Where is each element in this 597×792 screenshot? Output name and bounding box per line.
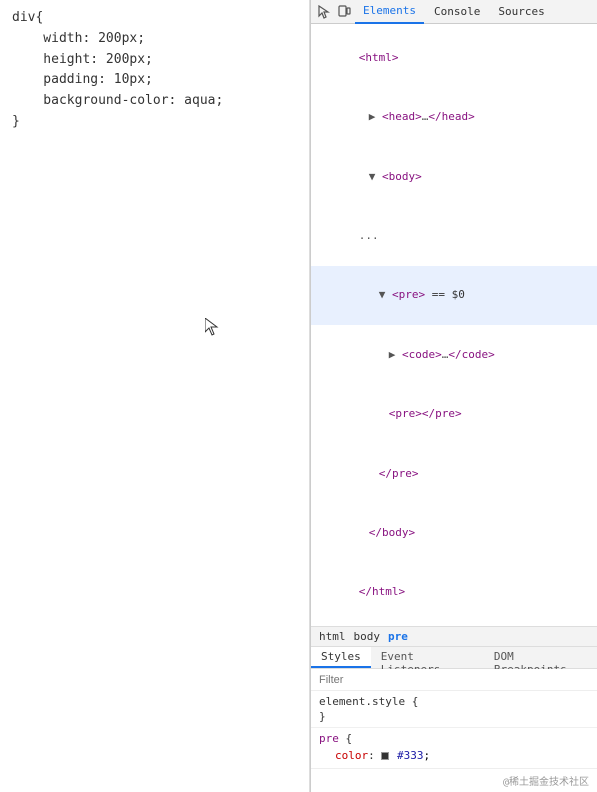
tab-console[interactable]: Console: [426, 0, 488, 24]
breadcrumb-pre[interactable]: pre: [386, 630, 410, 643]
cursor-icon[interactable]: [315, 3, 333, 21]
tab-elements[interactable]: Elements: [355, 0, 424, 24]
tab-dom-breakpoints[interactable]: DOM Breakpoints: [484, 647, 597, 668]
tree-pre-close[interactable]: </pre>: [311, 444, 597, 503]
styles-tabs: Styles Event Listeners DOM Breakpoints: [311, 647, 597, 669]
code-line-3: height: 200px;: [12, 50, 297, 71]
tree-head[interactable]: ▶ <head>…</head>: [311, 87, 597, 146]
element-style-close: }: [319, 710, 589, 723]
tree-pre-inner[interactable]: <pre></pre>: [311, 384, 597, 443]
tab-sources[interactable]: Sources: [490, 0, 552, 24]
tree-body[interactable]: ▼ <body>: [311, 147, 597, 206]
tree-dots-line[interactable]: ...: [311, 206, 597, 265]
watermark: @稀土掘金技术社区: [311, 768, 597, 792]
tree-code[interactable]: ▶ <code>…</code>: [311, 325, 597, 384]
code-line-4: padding: 10px;: [12, 70, 297, 91]
elements-tree: <html> ▶ <head>…</head> ▼ <body> ... ▼ <…: [311, 24, 597, 627]
breadcrumb-html[interactable]: html: [317, 630, 348, 643]
tree-html-close[interactable]: </html>: [311, 563, 597, 622]
tree-pre-selected[interactable]: ▼ <pre> == $0: [311, 266, 597, 325]
breadcrumb: html body pre: [311, 627, 597, 647]
code-line-6: }: [12, 112, 297, 133]
prop-color: color: #333;: [319, 747, 589, 766]
devtools-panel: Elements Console Sources <html> ▶ <head>…: [310, 0, 597, 792]
pre-selector-1: pre {: [319, 732, 589, 745]
code-line-2: width: 200px;: [12, 29, 297, 50]
filter-input[interactable]: [319, 674, 589, 686]
element-style-block: element.style { }: [311, 691, 597, 728]
styles-content: element.style { } pre { color: #333; bac…: [311, 669, 597, 768]
tab-event-listeners[interactable]: Event Listeners: [371, 647, 484, 668]
tab-styles[interactable]: Styles: [311, 647, 371, 668]
code-line-5: background-color: aqua;: [12, 91, 297, 112]
color-swatch-333[interactable]: [381, 752, 389, 760]
mouse-cursor: [205, 318, 217, 334]
code-line-1: div{: [12, 8, 297, 29]
breadcrumb-body[interactable]: body: [352, 630, 383, 643]
tree-body-close[interactable]: </body>: [311, 503, 597, 562]
devtools-toolbar: Elements Console Sources: [311, 0, 597, 24]
device-icon[interactable]: [335, 3, 353, 21]
pre-style-block-1: pre { color: #333; background: ▶ #f8f8f8…: [311, 728, 597, 768]
code-editor: div{ width: 200px; height: 200px; paddin…: [0, 0, 310, 792]
element-style-selector: element.style {: [319, 695, 589, 708]
tree-html[interactable]: <html>: [311, 28, 597, 87]
filter-bar: [311, 669, 597, 691]
